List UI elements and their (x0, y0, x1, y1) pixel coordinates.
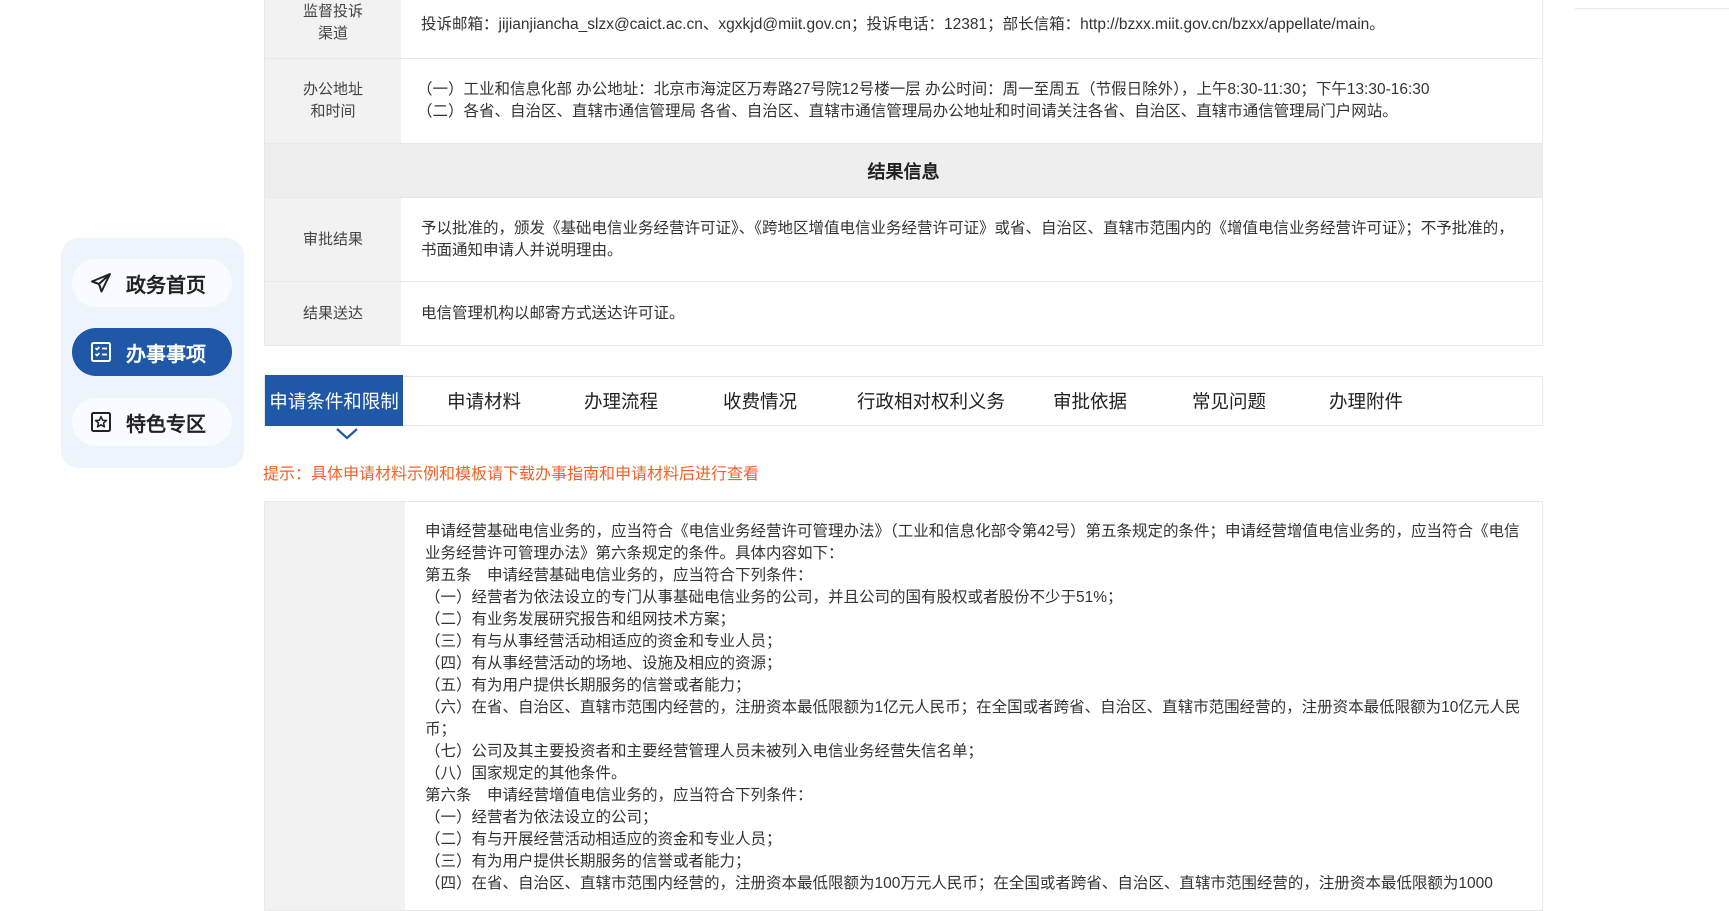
condition-paragraph: （四）在省、自治区、直辖市范围内经营的，注册资本最低限额为100万元人民币；在全… (425, 875, 1493, 892)
row-label: 办公地址 和时间 (265, 59, 401, 143)
tab-attachments[interactable]: 办理附件 (1297, 376, 1435, 426)
tab-materials[interactable]: 申请材料 (403, 376, 565, 426)
condition-paragraph: 第五条 申请经营基础电信业务的，应当符合下列条件： (425, 567, 813, 584)
chevron-down-icon (335, 427, 359, 446)
condition-paragraph: （四）有从事经营活动的场地、设施及相应的资源； (425, 655, 782, 672)
condition-paragraph: （七）公司及其主要投资者和主要经营管理人员未被列入电信业务经营失信名单； (425, 743, 984, 760)
info-row-office: 办公地址 和时间 （一）工业和信息化部 办公地址：北京市海淀区万寿路27号院12… (264, 59, 1543, 144)
side-navigation: 政务首页 办事事项 特色专区 (61, 238, 244, 468)
nav-item-label: 特色专区 (126, 413, 206, 436)
row-value: 电信管理机构以邮寄方式送达许可证。 (421, 304, 685, 322)
condition-paragraph: （一）经营者为依法设立的公司； (425, 809, 658, 826)
tip-text: 提示：具体申请材料示例和模板请下载办事指南和申请材料后进行查看 (263, 466, 760, 483)
content-label-column (265, 502, 405, 910)
row-label: 监督投诉 渠道 (265, 0, 401, 58)
conditions-content: 申请经营基础电信业务的，应当符合《电信业务经营许可管理办法》（工业和信息化部令第… (264, 501, 1543, 911)
condition-paragraph: （二）有与开展经营活动相适应的资金和专业人员； (425, 831, 782, 848)
nav-item-label: 办事事项 (126, 343, 206, 366)
tab-rights-obligations[interactable]: 行政相对权利义务 (843, 376, 1019, 426)
conditions-body: 申请经营基础电信业务的，应当符合《电信业务经营许可管理办法》（工业和信息化部令第… (405, 502, 1542, 910)
tab-conditions[interactable]: 申请条件和限制 (265, 375, 403, 426)
condition-paragraph: （三）有为用户提供长期服务的信誉或者能力； (425, 853, 751, 870)
nav-item-label: 政务首页 (126, 274, 206, 297)
tab-faq[interactable]: 常见问题 (1161, 376, 1297, 426)
nav-item-featured[interactable]: 特色专区 (72, 398, 232, 446)
result-section-title: 结果信息 (264, 144, 1543, 197)
row-value: 投诉邮箱：jijianjiancha_slzx@caict.ac.cn、xgxk… (421, 16, 1385, 33)
condition-paragraph: （一）经营者为依法设立的专门从事基础电信业务的公司，并且公司的国有股权或者股份不… (425, 589, 1123, 606)
tab-approval-basis[interactable]: 审批依据 (1019, 376, 1161, 426)
info-row-complaint: 监督投诉 渠道 投诉邮箱：jijianjiancha_slzx@caict.ac… (264, 0, 1543, 59)
nav-item-services[interactable]: 办事事项 (72, 328, 232, 376)
info-row-delivery: 结果送达 电信管理机构以邮寄方式送达许可证。 (264, 282, 1543, 346)
row-label: 审批结果 (265, 198, 401, 281)
detail-tabs: 申请条件和限制 申请材料 办理流程 收费情况 行政相对权利义务 审批依据 常见问… (264, 375, 1543, 426)
condition-paragraph: （五）有为用户提供长期服务的信誉或者能力； (425, 677, 751, 694)
info-row-approval-result: 审批结果 予以批准的，颁发《基础电信业务经营许可证》、《跨地区增值电信业务经营许… (264, 197, 1543, 282)
paper-plane-icon (88, 270, 114, 296)
condition-paragraph: （八）国家规定的其他条件。 (425, 765, 627, 782)
tab-process[interactable]: 办理流程 (565, 376, 677, 426)
star-icon (88, 409, 114, 435)
condition-paragraph: （六）在省、自治区、直辖市范围内经营的，注册资本最低限额为1亿元人民币；在全国或… (425, 699, 1521, 738)
condition-paragraph: 申请经营基础电信业务的，应当符合《电信业务经营许可管理办法》（工业和信息化部令第… (425, 523, 1520, 562)
row-label: 结果送达 (265, 282, 401, 345)
condition-paragraph: （二）有业务发展研究报告和组网技术方案； (425, 611, 736, 628)
checklist-icon (88, 339, 114, 365)
nav-item-home[interactable]: 政务首页 (72, 259, 232, 307)
tab-fees[interactable]: 收费情况 (677, 376, 843, 426)
condition-paragraph: （三）有与从事经营活动相适应的资金和专业人员； (425, 633, 782, 650)
row-value: 予以批准的，颁发《基础电信业务经营许可证》、《跨地区增值电信业务经营许可证》或省… (421, 219, 1514, 259)
row-value: （一）工业和信息化部 办公地址：北京市海淀区万寿路27号院12号楼一层 办公时间… (417, 81, 1430, 120)
top-right-divider (1575, 8, 1729, 9)
condition-paragraph: 第六条 申请经营增值电信业务的，应当符合下列条件： (425, 787, 813, 804)
